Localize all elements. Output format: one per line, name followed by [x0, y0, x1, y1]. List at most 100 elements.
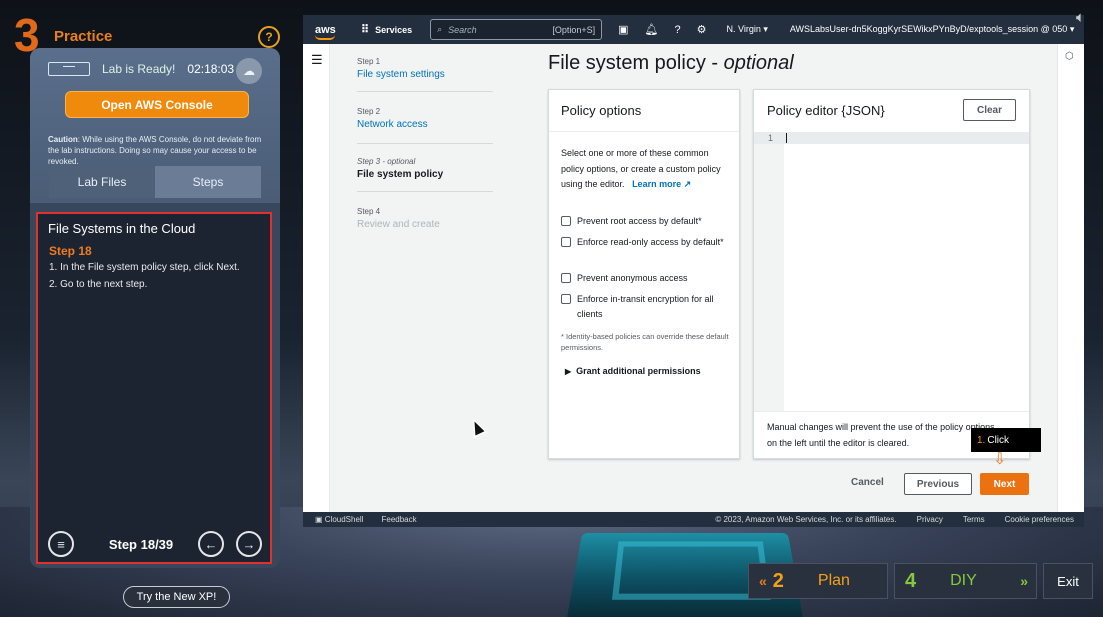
cloud-download-icon[interactable]: ☁	[236, 58, 262, 84]
page-title-main: File system policy	[548, 52, 706, 74]
footer-feedback[interactable]: Feedback	[381, 515, 416, 524]
lab-timer: 02:18:03	[187, 62, 235, 76]
wizard-step-3-label: Step 3 - optional	[357, 157, 416, 166]
bell-icon[interactable]: 🔔︎	[645, 23, 659, 36]
search-input[interactable]: ⌕ Search [Option+S]	[430, 19, 603, 40]
caution-text: Caution: While using the AWS Console, do…	[48, 134, 272, 167]
left-nav-strip	[303, 44, 330, 512]
footer-terms[interactable]: Terms	[963, 515, 985, 524]
region-label: N. Virgin	[726, 24, 761, 34]
aws-top-bar: aws ⠿ Services ⌕ Search [Option+S] ▣ 🔔︎ ?…	[303, 15, 1084, 44]
click-tooltip: 1. Click	[971, 428, 1041, 452]
region-selector[interactable]: N. Virgin ▾	[726, 24, 767, 35]
search-placeholder: Search	[448, 24, 477, 35]
learn-more-link[interactable]: Learn more ↗	[632, 179, 691, 189]
help-icon[interactable]: ?	[674, 24, 680, 36]
checkbox-label: Enforce read-only access by default*	[577, 237, 724, 247]
learn-more-label: Learn more	[632, 179, 682, 189]
wizard-step-2-link[interactable]: Network access	[357, 119, 428, 130]
practice-label: Practice	[54, 27, 113, 45]
checkbox-prevent-root[interactable]: Prevent root access by default*	[561, 214, 726, 229]
editor-gutter	[754, 132, 784, 411]
grant-label: Grant additional permissions	[576, 366, 701, 376]
wizard-divider	[357, 143, 493, 144]
cancel-button[interactable]: Cancel	[851, 477, 884, 488]
footer-cookies[interactable]: Cookie preferences	[1005, 515, 1074, 524]
checkbox-label: Enforce in-transit encryption for all cl…	[577, 294, 714, 319]
gear-icon[interactable]: ⚙	[697, 23, 707, 36]
plan-number: 2	[772, 569, 784, 592]
next-button[interactable]: Next	[980, 473, 1029, 495]
page-title: File system policy - optional	[548, 52, 794, 74]
step-list-icon[interactable]: ≡	[48, 531, 74, 557]
external-link-icon: ↗	[683, 179, 692, 189]
previous-step-icon[interactable]: ←	[197, 531, 224, 557]
wizard-step-3-current: File system policy	[357, 169, 444, 180]
footer-right: © 2023, Amazon Web Services, Inc. or its…	[715, 515, 1074, 524]
wizard-step-4-label: Step 4	[357, 207, 381, 216]
wizard-step-1-link[interactable]: File system settings	[357, 69, 445, 80]
menu-icon[interactable]: ☰	[311, 52, 323, 68]
plan-nav-button[interactable]: « 2 Plan	[748, 563, 888, 599]
policy-options-heading: Policy options	[561, 103, 642, 118]
wizard-divider	[357, 191, 493, 192]
footer-privacy[interactable]: Privacy	[917, 515, 943, 524]
checkbox-box[interactable]	[561, 273, 571, 283]
step-instruction-2: 2. Go to the next step.	[49, 279, 148, 290]
identity-policy-note: * Identity-based policies can override t…	[561, 332, 729, 352]
tab-steps[interactable]: Steps	[155, 166, 261, 198]
checkbox-box[interactable]	[561, 237, 571, 247]
speaker-icon[interactable]: 🔈︎	[1076, 9, 1085, 26]
wizard-step-4-disabled: Review and create	[357, 219, 440, 230]
exit-button[interactable]: Exit	[1043, 563, 1093, 599]
aws-logo[interactable]: aws	[315, 24, 345, 40]
double-chevron-right-icon: »	[1020, 573, 1028, 589]
clear-button[interactable]: Clear	[963, 99, 1016, 121]
step-instruction-1: 1. In the File system policy step, click…	[49, 262, 240, 273]
caution-label: Caution	[48, 135, 78, 144]
line-number: 1	[768, 133, 774, 143]
caution-body: : While using the AWS Console, do not de…	[48, 135, 262, 166]
editor-warning-note: Manual changes will prevent the use of t…	[767, 422, 995, 448]
account-menu[interactable]: AWSLabsUser-dn5KoggKyrSEWikxPYnByD/expto…	[790, 24, 1074, 35]
down-arrow-icon: ⇩	[993, 451, 1007, 468]
checkbox-read-only[interactable]: Enforce read-only access by default*	[561, 235, 726, 250]
plan-label: Plan	[817, 572, 850, 589]
step-navigation: ≡ Step 18/39 ← →	[48, 530, 262, 558]
card-divider	[549, 131, 739, 132]
services-label: Services	[375, 24, 413, 35]
cloudshell-icon[interactable]: ▣	[618, 23, 628, 36]
policy-editor-heading: Policy editor {JSON}	[767, 103, 885, 118]
open-aws-console-button[interactable]: Open AWS Console	[65, 91, 249, 118]
step-arrows: ← →	[197, 531, 262, 557]
checkbox-box[interactable]	[561, 294, 571, 304]
search-shortcut: [Option+S]	[552, 24, 596, 35]
tab-lab-files[interactable]: Lab Files	[49, 166, 155, 198]
step-label: Step 18	[49, 244, 92, 258]
aws-console: aws ⠿ Services ⌕ Search [Option+S] ▣ 🔔︎ ?…	[303, 15, 1084, 527]
checkbox-label: Prevent root access by default*	[577, 216, 702, 226]
next-step-icon[interactable]: →	[235, 531, 262, 557]
grant-permissions-expander[interactable]: ▶ Grant additional permissions	[565, 366, 701, 376]
step-counter: Step 18/39	[108, 536, 174, 552]
diy-nav-button[interactable]: 4 DIY »	[894, 563, 1037, 599]
wizard-step-2-label: Step 2	[357, 107, 381, 116]
try-new-xp-button[interactable]: Try the New XP!	[123, 586, 230, 608]
checkbox-in-transit-encryption[interactable]: Enforce in-transit encryption for all cl…	[561, 292, 726, 322]
help-button[interactable]: ?	[258, 26, 280, 48]
steps-title: File Systems in the Cloud	[48, 221, 196, 236]
checkbox-label: Prevent anonymous access	[577, 273, 688, 283]
page-title-suffix: optional	[723, 52, 794, 74]
footer-cloudshell[interactable]: ▣ CloudShell	[315, 515, 363, 524]
previous-button[interactable]: Previous	[904, 473, 972, 495]
grid-icon: ⠿	[361, 24, 370, 36]
checkbox-prevent-anonymous[interactable]: Prevent anonymous access	[561, 271, 726, 286]
services-menu[interactable]: ⠿ Services	[361, 23, 412, 36]
diy-number: 4	[905, 569, 917, 592]
info-panel-icon[interactable]: ⬡	[1065, 51, 1074, 62]
json-editor[interactable]	[754, 132, 1029, 411]
wizard-step-1-label: Step 1	[357, 57, 381, 66]
card-divider	[754, 411, 1029, 412]
tooltip-number: 1.	[977, 434, 986, 446]
checkbox-box[interactable]	[561, 216, 571, 226]
